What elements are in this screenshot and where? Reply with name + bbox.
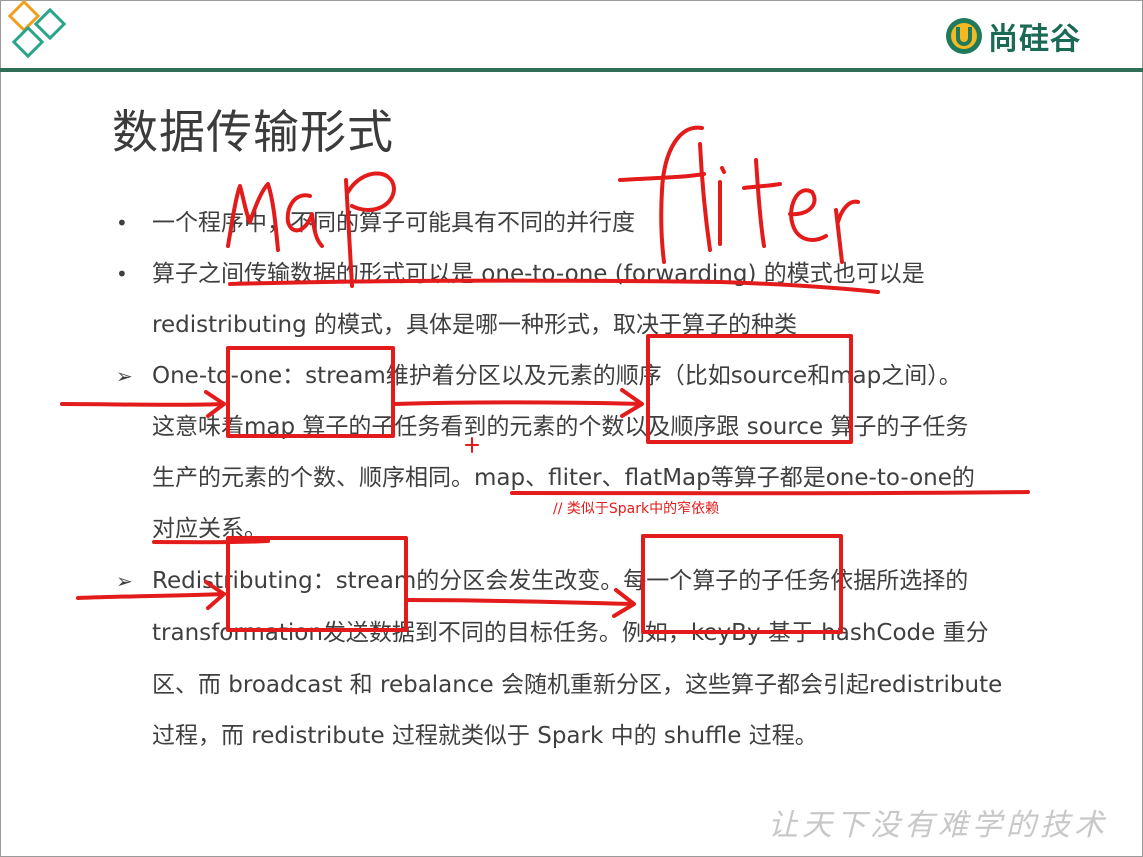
bullet-line-3: redistributing 的模式，具体是哪一种形式，取决于算子的种类 — [152, 312, 798, 338]
bullet-dot-icon: • — [116, 211, 128, 235]
bullet-line-2: 算子之间传输数据的形式可以是 one-to-one (forwarding) 的… — [152, 261, 925, 287]
bullet-line-1: 一个程序中，不同的算子可能具有不同的并行度 — [152, 210, 635, 236]
one-to-one-line-4: 对应关系。 — [152, 516, 267, 542]
one-to-one-line-2: 这意味着map 算子的子任务看到的元素的个数以及顺序跟 source 算子的子任… — [152, 414, 969, 440]
red-annotation-note: // 类似于Spark中的窄依赖 — [553, 501, 720, 517]
bullet-dot-icon: • — [116, 262, 128, 286]
slide-content: • 一个程序中，不同的算子可能具有不同的并行度 • 算子之间传输数据的形式可以是… — [0, 0, 1143, 857]
redistributing-line-2: transformation发送数据到不同的目标任务。例如，keyBy 基于 h… — [152, 620, 989, 646]
redistributing-line-1: Redistributing：stream的分区会发生改变。每一个算子的子任务依… — [152, 568, 969, 594]
one-to-one-line-1: One-to-one：stream维护着分区以及元素的顺序（比如source和m… — [152, 363, 962, 389]
redistributing-line-4: 过程，而 redistribute 过程就类似于 Spark 中的 shuffl… — [152, 723, 818, 749]
one-to-one-line-3: 生产的元素的个数、顺序相同。map、fliter、flatMap等算子都是one… — [152, 465, 975, 491]
redistributing-line-3: 区、而 broadcast 和 rebalance 会随机重新分区，这些算子都会… — [152, 672, 1003, 698]
arrow-bullet-icon: ➢ — [116, 364, 133, 388]
watermark-slogan: 让天下没有难学的技术 — [768, 808, 1108, 843]
arrow-bullet-icon: ➢ — [116, 569, 133, 593]
